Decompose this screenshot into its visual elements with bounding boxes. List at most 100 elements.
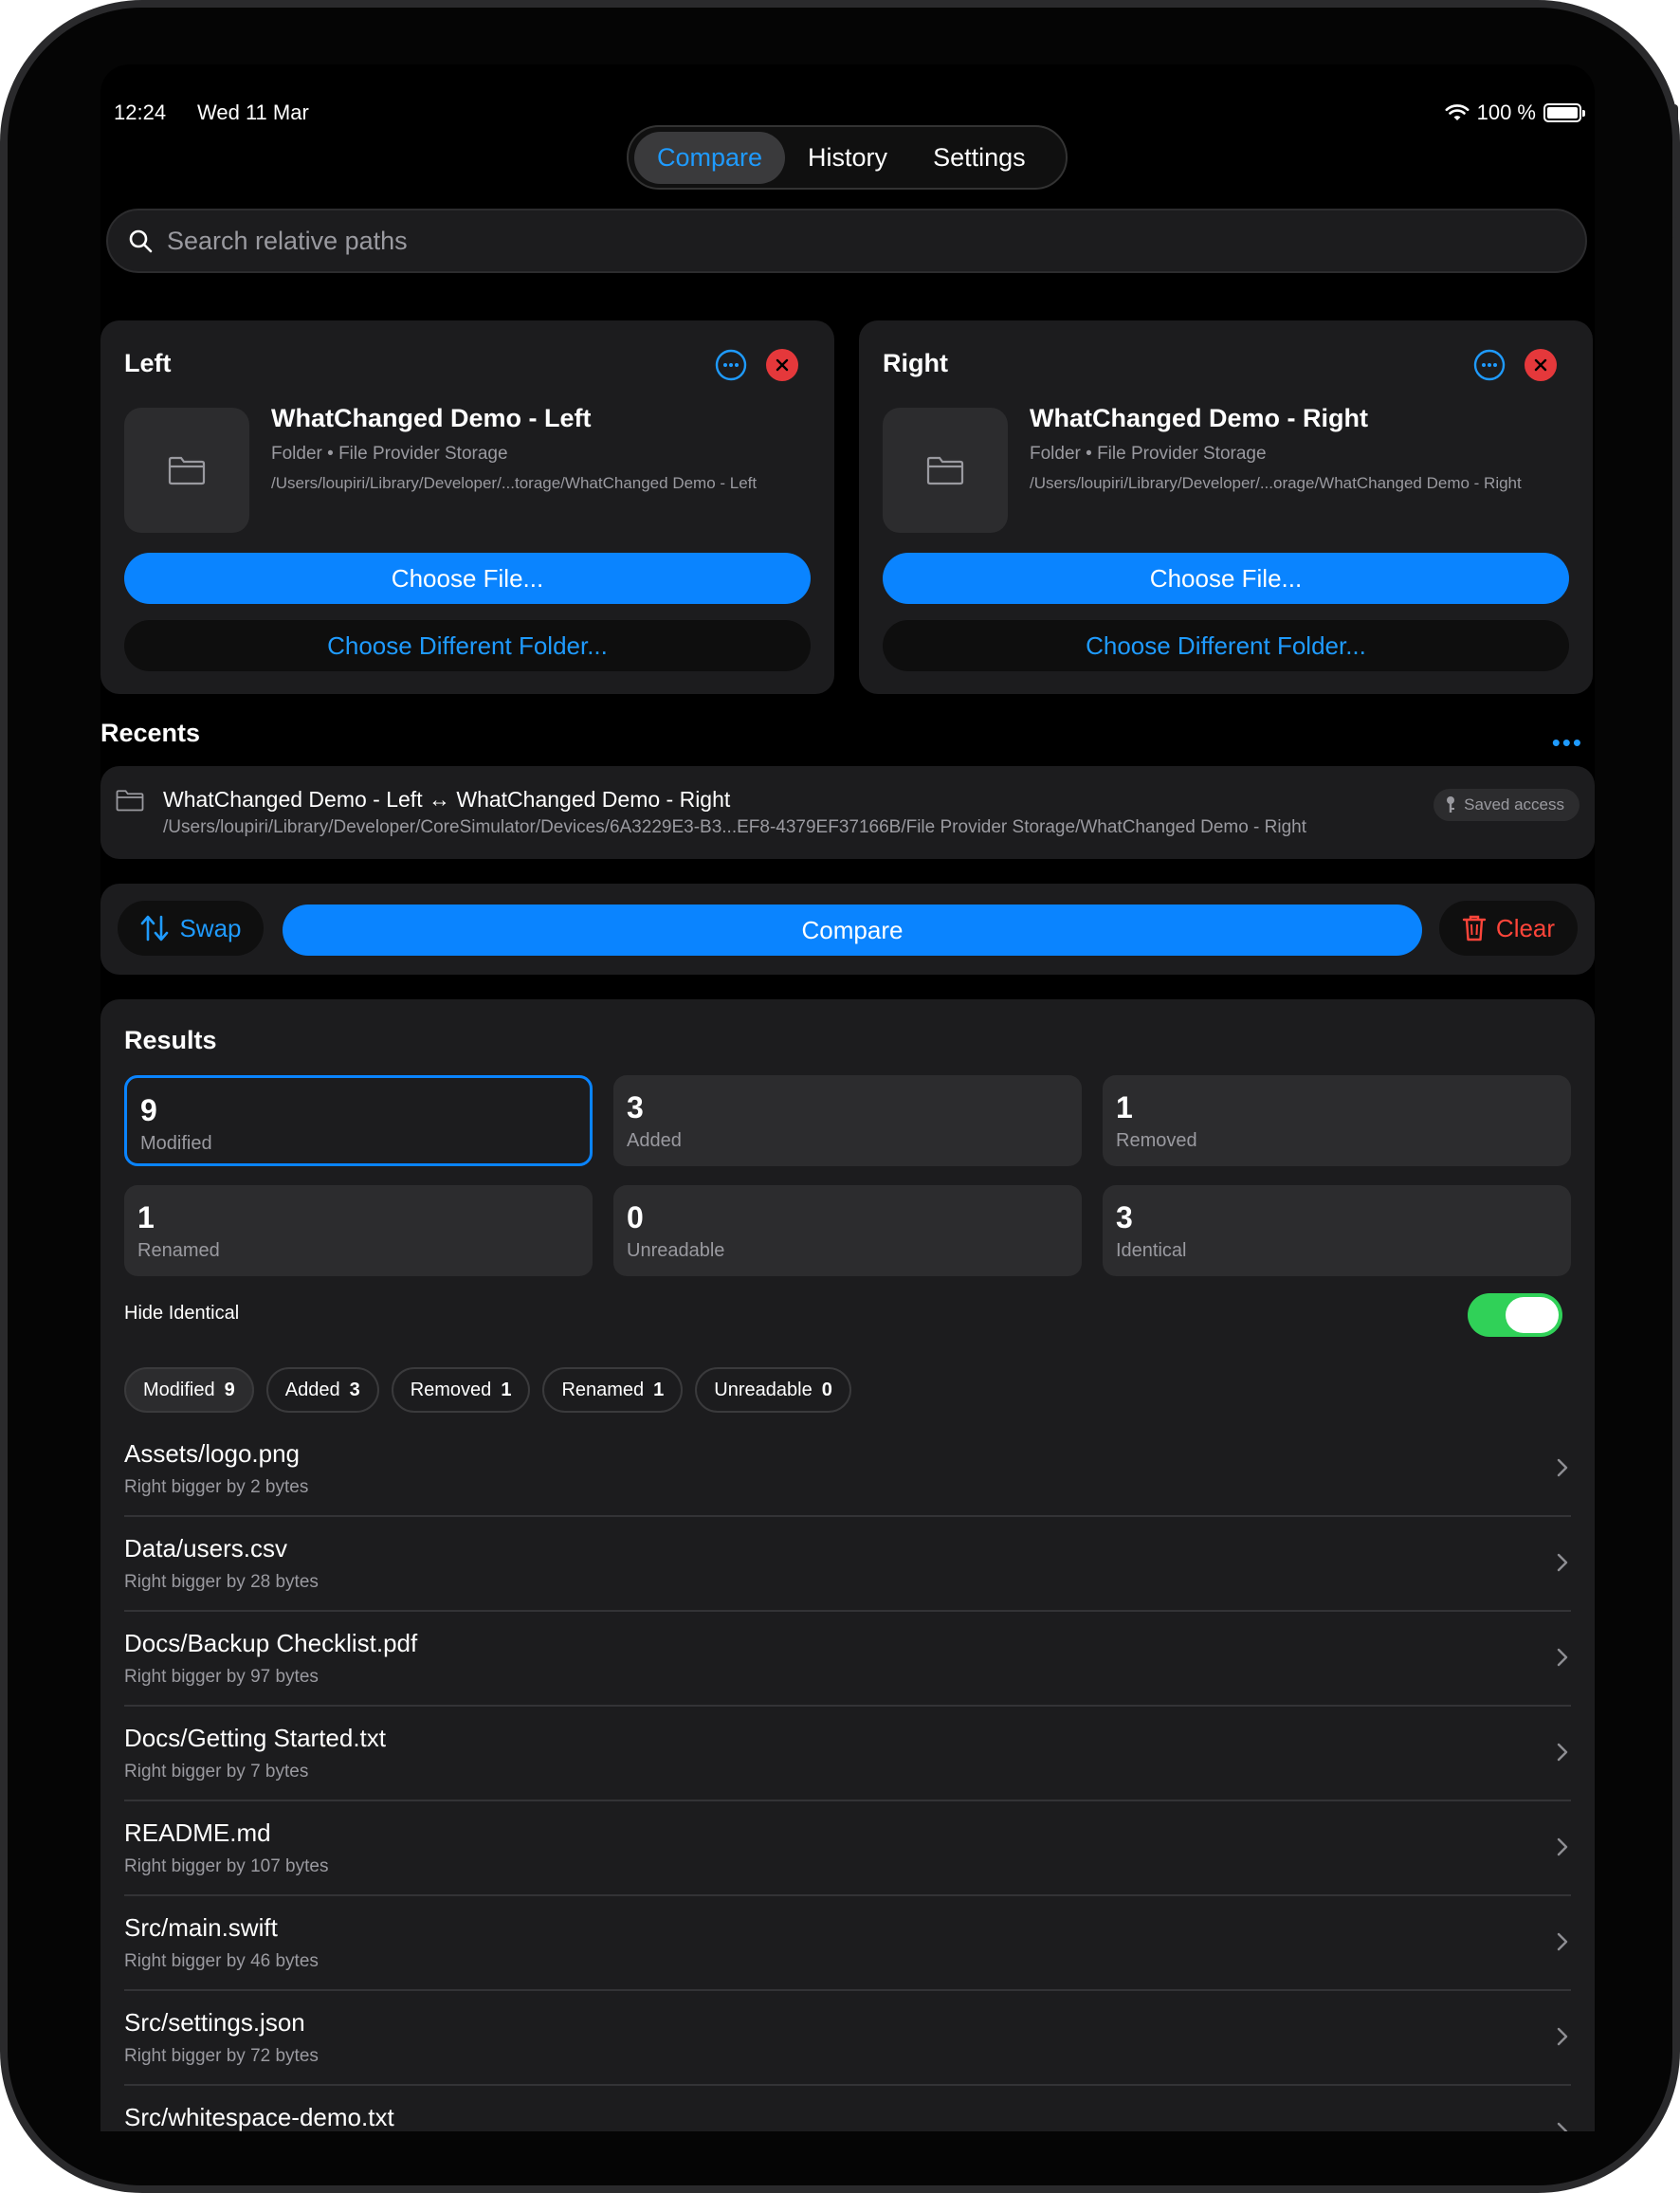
folder-thumbnail — [124, 408, 249, 533]
search-bar[interactable] — [106, 209, 1587, 273]
search-icon — [129, 229, 153, 253]
left-folder-meta: Folder • File Provider Storage — [271, 444, 508, 464]
right-folder-path: /Users/loupiri/Library/Developer/...orag… — [1030, 474, 1522, 492]
chip-count: 3 — [349, 1379, 360, 1400]
file-row[interactable]: Docs/Getting Started.txt Right bigger by… — [124, 1707, 1571, 1801]
stat-added[interactable]: 3 Added — [613, 1075, 1082, 1166]
file-row[interactable]: Data/users.csv Right bigger by 28 bytes — [124, 1517, 1571, 1612]
right-pane-title: Right — [883, 349, 948, 377]
stat-modified[interactable]: 9 Modified — [124, 1075, 593, 1166]
folder-icon — [116, 790, 144, 812]
file-description: Right bigger by 97 bytes — [124, 1667, 319, 1687]
chip-label: Added — [284, 1379, 340, 1400]
stat-count: 3 — [1116, 1200, 1133, 1234]
stat-renamed[interactable]: 1 Renamed — [124, 1185, 593, 1276]
right-choose-folder-button[interactable]: Choose Different Folder... — [883, 620, 1569, 671]
chip-count: 0 — [821, 1379, 832, 1400]
left-choose-file-button[interactable]: Choose File... — [124, 553, 811, 604]
chevron-right-icon — [1557, 2027, 1568, 2046]
file-name: Src/settings.json — [124, 2008, 305, 2037]
left-pane-title: Left — [124, 349, 172, 377]
right-choose-file-button[interactable]: Choose File... — [883, 553, 1569, 604]
file-name: Docs/Backup Checklist.pdf — [124, 1629, 418, 1657]
chip-label: Removed — [410, 1379, 492, 1400]
stat-label: Identical — [1116, 1240, 1187, 1261]
file-name: Src/whitespace-demo.txt — [124, 2103, 394, 2131]
tab-history[interactable]: History — [785, 132, 910, 184]
file-row[interactable]: Src/main.swift Right bigger by 46 bytes — [124, 1896, 1571, 1991]
stat-identical[interactable]: 3 Identical — [1103, 1185, 1571, 1276]
search-input[interactable] — [167, 226, 1494, 256]
filter-chip-added[interactable]: Added 3 — [265, 1367, 379, 1413]
wifi-icon — [1445, 104, 1470, 120]
clear-label: Clear — [1495, 913, 1556, 942]
filter-chip-removed[interactable]: Removed 1 — [391, 1367, 531, 1413]
chip-label: Renamed — [561, 1379, 645, 1400]
file-row[interactable]: Assets/logo.png Right bigger by 2 bytes — [124, 1422, 1571, 1517]
battery-icon — [1543, 103, 1585, 122]
right-folder-name: WhatChanged Demo - Right — [1030, 404, 1368, 432]
hide-identical-toggle[interactable] — [1468, 1293, 1562, 1337]
chevron-right-icon — [1557, 2122, 1568, 2131]
more-options-icon[interactable] — [715, 349, 747, 381]
file-list: Assets/logo.png Right bigger by 2 bytes … — [124, 1422, 1571, 2131]
file-description: Right bigger by 7 bytes — [124, 1762, 309, 1782]
remove-right-button[interactable] — [1525, 349, 1557, 381]
results-panel: Results 9 Modified 3 Added 1 Removed 1 R… — [100, 999, 1595, 2131]
recent-item-name: WhatChanged Demo - Left ↔ WhatChanged De… — [163, 787, 731, 812]
file-description: Right bigger by 46 bytes — [124, 1951, 319, 1971]
chevron-right-icon — [1557, 1743, 1568, 1762]
key-icon — [1447, 796, 1455, 813]
filter-chip-modified[interactable]: Modified 9 — [124, 1367, 254, 1413]
chip-count: 9 — [224, 1379, 235, 1400]
stat-count: 9 — [140, 1093, 157, 1127]
file-name: Assets/logo.png — [124, 1439, 301, 1468]
filter-chip-unreadable[interactable]: Unreadable 0 — [695, 1367, 851, 1413]
stat-count: 3 — [627, 1090, 644, 1124]
chip-label: Modified — [143, 1379, 215, 1400]
file-row[interactable]: README.md Right bigger by 107 bytes — [124, 1801, 1571, 1896]
file-description: Right bigger by 107 bytes — [124, 1856, 329, 1876]
stat-label: Added — [627, 1130, 682, 1151]
stat-label: Renamed — [137, 1240, 220, 1261]
close-icon — [776, 358, 789, 372]
chevron-right-icon — [1557, 1932, 1568, 1951]
trash-icon — [1462, 915, 1487, 941]
left-choose-folder-button[interactable]: Choose Different Folder... — [124, 620, 811, 671]
stat-label: Unreadable — [627, 1240, 725, 1261]
tab-settings[interactable]: Settings — [910, 132, 1049, 184]
close-icon — [1534, 358, 1547, 372]
file-row[interactable]: Docs/Backup Checklist.pdf Right bigger b… — [124, 1612, 1571, 1707]
recent-item[interactable]: WhatChanged Demo - Left ↔ WhatChanged De… — [100, 766, 1595, 859]
right-pane: Right WhatChanged Demo - Right Folder • … — [859, 320, 1593, 694]
filter-chips: Modified 9 Added 3 Removed 1 Renamed 1 U… — [124, 1367, 851, 1413]
more-options-icon[interactable] — [1473, 349, 1506, 381]
file-name: Data/users.csv — [124, 1534, 287, 1563]
recents-more-icon[interactable]: ••• — [1552, 728, 1583, 758]
compare-button[interactable]: Compare — [283, 905, 1422, 956]
tab-compare[interactable]: Compare — [634, 131, 786, 184]
status-time: 12:24 — [114, 101, 167, 124]
chevron-right-icon — [1557, 1458, 1568, 1477]
recents-title: Recents — [100, 719, 201, 747]
swap-button[interactable]: Swap — [118, 901, 264, 956]
file-description: Right bigger by 28 bytes — [124, 1572, 319, 1592]
stat-unreadable[interactable]: 0 Unreadable — [613, 1185, 1082, 1276]
screen: 12:24 Wed 11 Mar 100 % Compare History S… — [100, 64, 1595, 2131]
file-row[interactable]: Src/whitespace-demo.txt — [124, 2086, 1571, 2131]
status-date: Wed 11 Mar — [197, 101, 309, 124]
hide-identical-label: Hide Identical — [124, 1303, 240, 1324]
file-row[interactable]: Src/settings.json Right bigger by 72 byt… — [124, 1991, 1571, 2086]
folder-icon — [168, 456, 206, 485]
bezel: 12:24 Wed 11 Mar 100 % Compare History S… — [8, 8, 1672, 2185]
file-name: README.md — [124, 1818, 271, 1847]
folder-thumbnail — [883, 408, 1008, 533]
file-description: Right bigger by 72 bytes — [124, 2046, 319, 2066]
chip-label: Unreadable — [714, 1379, 813, 1400]
clear-button[interactable]: Clear — [1439, 901, 1578, 956]
remove-left-button[interactable] — [766, 349, 798, 381]
stat-removed[interactable]: 1 Removed — [1103, 1075, 1571, 1166]
action-bar: Swap Compare Clear — [100, 884, 1595, 975]
filter-chip-renamed[interactable]: Renamed 1 — [542, 1367, 684, 1413]
chip-count: 1 — [501, 1379, 512, 1400]
